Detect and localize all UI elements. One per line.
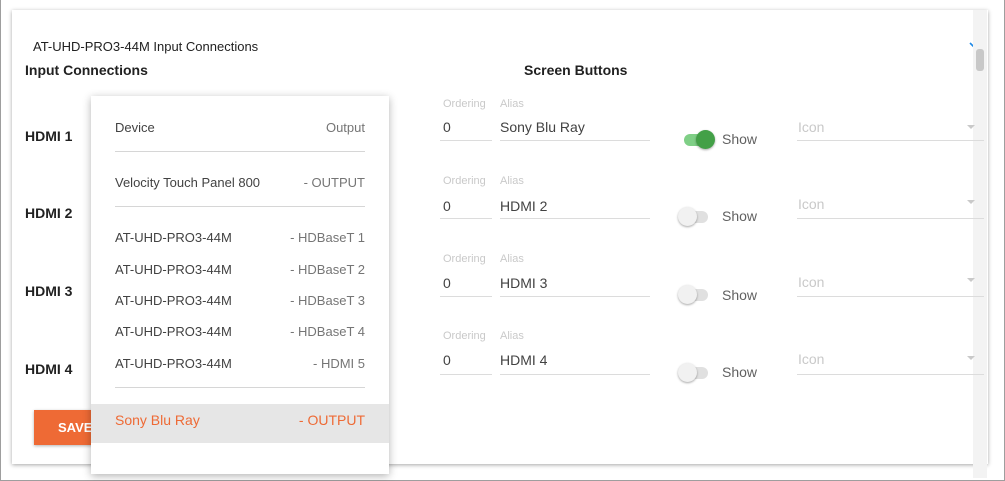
alias-label: Alias xyxy=(500,253,524,265)
divider xyxy=(115,387,365,388)
ordering-underline xyxy=(440,296,492,297)
icon-select[interactable]: Icon xyxy=(798,274,824,290)
ordering-underline xyxy=(440,140,492,141)
caret-down-icon[interactable] xyxy=(967,200,975,204)
option-device: AT-UHD-PRO3-44M xyxy=(115,262,232,277)
option-output: - HDMI 5 xyxy=(313,356,365,371)
show-toggle[interactable] xyxy=(682,129,715,149)
ordering-input[interactable]: 0 xyxy=(443,275,451,291)
caret-down-icon[interactable] xyxy=(967,356,975,360)
icon-select[interactable]: Icon xyxy=(798,119,824,135)
output-column-header: Output xyxy=(325,120,365,135)
show-label: Show xyxy=(722,287,758,303)
option-device: AT-UHD-PRO3-44M xyxy=(115,293,232,308)
icon-underline xyxy=(797,218,984,219)
alias-input[interactable]: Sony Blu Ray xyxy=(500,119,585,135)
input-connections-heading: Input Connections xyxy=(25,62,148,78)
dropdown-header: Device Output xyxy=(115,120,365,135)
show-label: Show xyxy=(722,131,758,147)
show-label: Show xyxy=(722,364,758,380)
show-toggle[interactable] xyxy=(678,362,710,382)
hdmi-4-label: HDMI 4 xyxy=(25,361,73,377)
dropdown-option[interactable]: Velocity Touch Panel 800 - OUTPUT xyxy=(115,175,365,190)
device-column-header: Device xyxy=(115,120,155,135)
ordering-underline xyxy=(440,218,492,219)
ordering-input[interactable]: 0 xyxy=(443,352,451,368)
ordering-label: Ordering xyxy=(443,330,486,342)
show-toggle[interactable] xyxy=(678,284,710,304)
icon-select[interactable]: Icon xyxy=(798,351,824,367)
ordering-input[interactable]: 0 xyxy=(443,198,451,214)
dropdown-option[interactable]: AT-UHD-PRO3-44M - HDBaseT 3 xyxy=(115,293,365,308)
ordering-label: Ordering xyxy=(443,253,486,265)
option-output: - OUTPUT xyxy=(303,175,365,190)
scrollbar-thumb[interactable] xyxy=(976,49,984,71)
option-device: AT-UHD-PRO3-44M xyxy=(115,230,232,245)
option-device: AT-UHD-PRO3-44M xyxy=(115,324,232,339)
alias-underline xyxy=(500,140,650,141)
option-output: - HDBaseT 4 xyxy=(290,324,365,339)
hdmi-2-label: HDMI 2 xyxy=(25,205,73,221)
device-output-dropdown: Device Output Velocity Touch Panel 800 -… xyxy=(91,96,389,474)
show-label: Show xyxy=(722,208,758,224)
icon-underline xyxy=(797,296,984,297)
option-output: - HDBaseT 2 xyxy=(290,262,365,277)
ordering-underline xyxy=(440,374,492,375)
hdmi-3-label: HDMI 3 xyxy=(25,283,73,299)
scrollbar[interactable] xyxy=(973,10,987,478)
alias-input[interactable]: HDMI 2 xyxy=(500,198,547,214)
option-output: - OUTPUT xyxy=(298,412,365,428)
option-device: Sony Blu Ray xyxy=(115,412,200,428)
dropdown-option[interactable]: AT-UHD-PRO3-44M - HDBaseT 2 xyxy=(115,262,365,277)
alias-input[interactable]: HDMI 4 xyxy=(500,352,547,368)
hdmi-1-label: HDMI 1 xyxy=(25,128,73,144)
icon-select[interactable]: Icon xyxy=(798,196,824,212)
ordering-label: Ordering xyxy=(443,175,486,187)
ordering-input[interactable]: 0 xyxy=(443,119,451,135)
option-device: Velocity Touch Panel 800 xyxy=(115,175,261,190)
dropdown-option-selected[interactable]: Sony Blu Ray - OUTPUT xyxy=(115,412,365,428)
card-title: AT-UHD-PRO3-44M Input Connections xyxy=(33,39,259,54)
caret-down-icon[interactable] xyxy=(967,278,975,282)
dropdown-option[interactable]: AT-UHD-PRO3-44M - HDBaseT 4 xyxy=(115,324,365,339)
alias-label: Alias xyxy=(500,175,524,187)
option-output: - HDBaseT 3 xyxy=(290,293,365,308)
option-output: - HDBaseT 1 xyxy=(290,230,365,245)
alias-underline xyxy=(500,296,650,297)
caret-down-icon[interactable] xyxy=(967,125,975,129)
option-device: AT-UHD-PRO3-44M xyxy=(115,356,232,371)
alias-underline xyxy=(500,218,650,219)
dropdown-option[interactable]: AT-UHD-PRO3-44M - HDBaseT 1 xyxy=(115,230,365,245)
icon-underline xyxy=(797,374,984,375)
alias-label: Alias xyxy=(500,330,524,342)
alias-underline xyxy=(500,374,650,375)
divider xyxy=(115,151,365,152)
alias-input[interactable]: HDMI 3 xyxy=(500,275,547,291)
icon-underline xyxy=(797,140,984,141)
show-toggle[interactable] xyxy=(678,206,710,226)
alias-label: Alias xyxy=(500,98,524,110)
ordering-label: Ordering xyxy=(443,98,486,110)
screen-buttons-heading: Screen Buttons xyxy=(524,62,628,78)
dropdown-option[interactable]: AT-UHD-PRO3-44M - HDMI 5 xyxy=(115,356,365,371)
divider xyxy=(115,206,365,207)
